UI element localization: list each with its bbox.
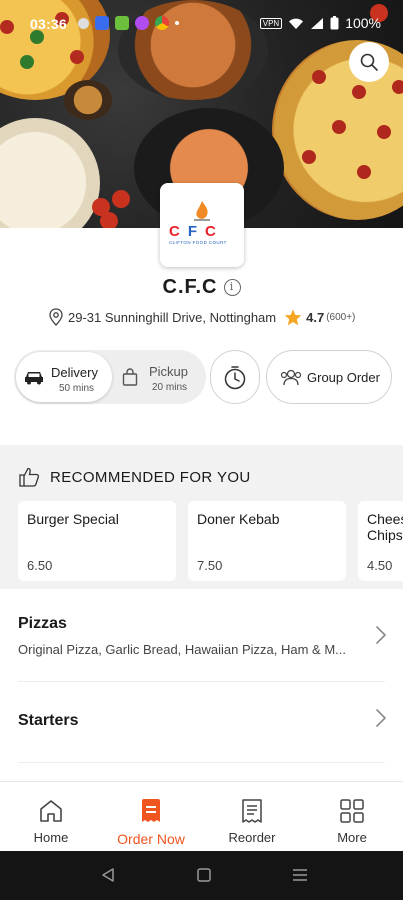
category-title: Pizzas (18, 615, 67, 632)
nav-label: More (337, 830, 367, 845)
recommended-item[interactable]: Burger Special 6.50 (18, 501, 176, 581)
category-row-starters[interactable]: Starters (0, 682, 403, 760)
battery-level: 100% (345, 15, 381, 31)
android-icon (115, 16, 129, 30)
star-icon (284, 309, 302, 325)
home-icon (40, 800, 62, 822)
app-notification-icon (95, 16, 109, 30)
messenger-icon (135, 16, 149, 30)
logo-subtitle: CLIFTON FOOD COURT (169, 240, 227, 245)
sauce-bowl-image (64, 80, 112, 120)
item-name-line1: Chees (367, 511, 403, 527)
info-icon[interactable]: i (223, 279, 241, 296)
bottom-navigation: Home Order Now Reorder More (0, 781, 403, 851)
pickup-label: Pickup (149, 364, 189, 379)
group-icon (280, 369, 302, 386)
pickup-time: 20 mins (152, 382, 188, 393)
divider (18, 762, 385, 763)
nav-order-now[interactable]: Order Now (101, 782, 201, 852)
notification-icons (78, 16, 179, 30)
restaurant-logo: CFC CLIFTON FOOD COURT (160, 183, 244, 267)
group-order-label: Group Order (307, 369, 380, 385)
recommended-item[interactable]: Doner Kebab 7.50 (188, 501, 346, 581)
nav-label: Order Now (117, 831, 185, 847)
system-navigation-bar (0, 851, 403, 900)
restaurant-address: 29-31 Sunninghill Drive, Nottingham (68, 309, 277, 325)
item-name: Doner Kebab (197, 511, 280, 527)
car-icon (25, 372, 43, 385)
recommended-heading-row: RECOMMENDED FOR YOU (18, 467, 251, 487)
rating-count: (600+) (326, 311, 356, 323)
restaurant-name: C.F.C (162, 276, 218, 298)
back-icon[interactable] (100, 867, 116, 883)
nav-label: Reorder (228, 830, 276, 845)
grid-icon (340, 799, 364, 823)
item-price: 4.50 (367, 558, 393, 573)
chrome-icon (155, 16, 169, 30)
nav-reorder[interactable]: Reorder (202, 782, 302, 852)
schedule-button[interactable] (210, 350, 260, 404)
flame-icon (194, 201, 210, 221)
item-price: 7.50 (197, 558, 223, 573)
category-title: Starters (18, 712, 79, 729)
nav-home[interactable]: Home (1, 782, 101, 852)
pickup-option[interactable]: Pickup 20 mins (114, 352, 204, 402)
rating-value: 4.7 (306, 309, 325, 325)
recommended-item[interactable]: Chees Chips 4.50 (358, 501, 403, 581)
recommended-heading: RECOMMENDED FOR YOU (50, 468, 251, 486)
address-row: 29-31 Sunninghill Drive, Nottingham 4.7 … (48, 307, 355, 327)
timer-icon (224, 366, 246, 390)
restaurant-name-row: C.F.C i (0, 276, 403, 299)
category-subtitle: Original Pizza, Garlic Bread, Hawaiian P… (18, 642, 346, 657)
delivery-label: Delivery (51, 365, 98, 380)
nav-label: Home (33, 830, 69, 845)
rice-image (0, 118, 100, 228)
delivery-option[interactable]: Delivery 50 mins (16, 352, 112, 402)
chevron-right-icon (376, 709, 386, 727)
gear-icon (78, 17, 89, 29)
item-price: 6.50 (27, 558, 53, 573)
receipt-icon (242, 799, 262, 823)
item-name-line2: Chips (367, 527, 403, 543)
item-name: Burger Special (27, 511, 119, 527)
group-order-button[interactable]: Group Order (266, 350, 392, 404)
search-button[interactable] (349, 42, 389, 82)
thumbs-up-icon (19, 467, 40, 487)
home-square-icon[interactable] (197, 868, 211, 882)
wifi-icon (289, 18, 304, 29)
dot-icon (175, 21, 179, 25)
status-time: 03:36 (30, 16, 67, 32)
battery-icon (330, 16, 339, 30)
nav-more[interactable]: More (302, 782, 402, 852)
logo-letters: CFC (169, 223, 224, 240)
status-system-icons: VPN 100% (259, 15, 381, 31)
location-pin-icon (49, 308, 63, 326)
chevron-right-icon (376, 626, 386, 644)
category-row-pizzas[interactable]: Pizzas Original Pizza, Garlic Bread, Haw… (0, 589, 403, 681)
recents-icon[interactable] (292, 868, 308, 882)
search-icon (360, 53, 378, 71)
bag-icon (122, 368, 138, 386)
recommended-section: RECOMMENDED FOR YOU Burger Special 6.50 … (0, 445, 403, 589)
signal-icon (311, 17, 324, 29)
delivery-time: 50 mins (59, 383, 95, 394)
vpn-icon: VPN (259, 17, 283, 29)
order-icon (142, 799, 160, 822)
status-bar: 03:36 VPN 100% (0, 12, 403, 36)
order-mode-toggle: Delivery 50 mins Pickup 20 mins (14, 350, 206, 404)
